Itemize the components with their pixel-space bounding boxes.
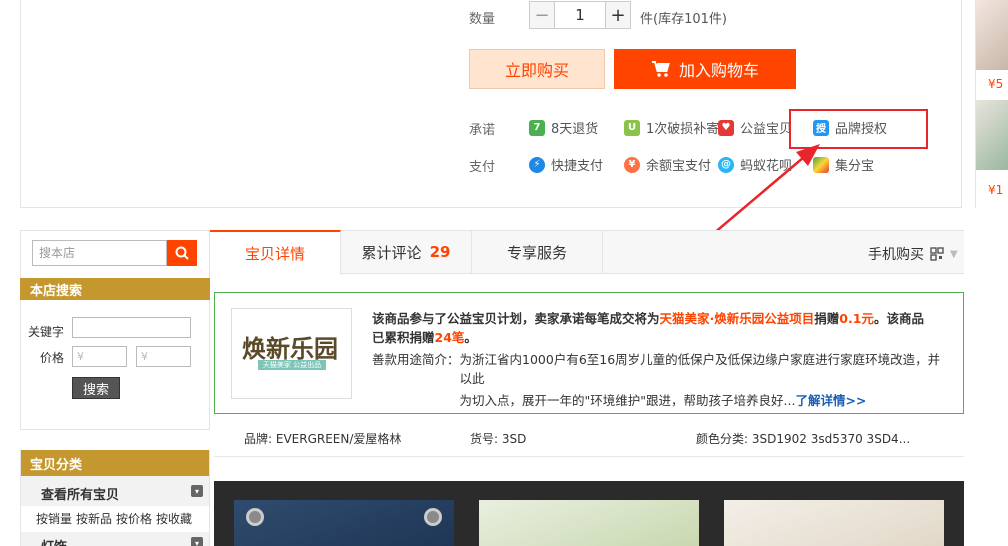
tab-service[interactable]: 专享服务 xyxy=(472,230,603,274)
review-count: 29 xyxy=(429,243,451,261)
attr-brand: 品牌: EVERGREEN/爱屋格林 xyxy=(244,432,402,446)
promise-breakage-label: 1次破损补寄 xyxy=(646,122,720,137)
add-to-cart-label: 加入购物车 xyxy=(678,61,759,80)
charity-description: 该商品参与了公益宝贝计划，卖家承诺每笔成交将为天猫美家·焕新乐园公益项目捐赠0.… xyxy=(372,309,952,410)
buy-now-button[interactable]: 立即购买 xyxy=(469,49,605,89)
charity-count: 24笔 xyxy=(434,330,465,345)
price-min-input[interactable]: ¥ xyxy=(72,346,127,367)
recommend-price-1: ¥5 xyxy=(988,77,1004,91)
payment-jifenbao-label: 集分宝 xyxy=(835,159,875,174)
sort-by-sales-link[interactable]: 按销量 xyxy=(36,510,72,527)
promise-charity-label: 公益宝贝 xyxy=(740,122,793,137)
tab-reviews[interactable]: 累计评论 29 xyxy=(341,230,472,274)
view-all-link[interactable]: 查看所有宝贝 xyxy=(41,484,119,503)
sort-by-price-link[interactable]: 按价格 xyxy=(116,510,152,527)
breakage-compensation-icon: U xyxy=(624,119,640,136)
stock-text: 件(库存101件) xyxy=(640,12,727,27)
chevron-down-icon: ▼ xyxy=(950,248,958,260)
promise-breakage[interactable]: U 1次破损补寄 xyxy=(624,118,719,137)
store-search-input[interactable]: 搜本店 xyxy=(32,240,167,266)
charity-line1-e: 。该商品 xyxy=(873,311,924,326)
decrease-quantity-button[interactable]: − xyxy=(529,1,555,29)
yuebao-icon: ¥ xyxy=(624,156,640,173)
sidebar-search-button[interactable]: 搜索 xyxy=(72,377,120,399)
sort-by-favorite-link[interactable]: 按收藏 xyxy=(156,510,192,527)
store-search-title: 本店搜索 xyxy=(20,278,210,300)
collapse-icon[interactable]: ▾ xyxy=(191,485,203,497)
charity-line2-c: 。 xyxy=(464,330,477,345)
charity-logo[interactable]: 焕新乐园 天猫美家 公益出品 xyxy=(231,308,352,399)
promise-7day-return[interactable]: 7 8天退货 xyxy=(529,118,598,137)
price-max-input[interactable]: ¥ xyxy=(136,346,191,367)
quantity-label: 数量 xyxy=(469,12,496,27)
keyword-input[interactable] xyxy=(72,317,191,338)
purpose-label: 善款用途简介： xyxy=(372,352,460,367)
quick-pay-icon: ⚡ xyxy=(529,156,545,173)
learn-more-link[interactable]: 了解详情>> xyxy=(795,393,866,408)
recommend-price-2: ¥1 xyxy=(988,183,1004,197)
promise-charity[interactable]: ♥ 公益宝贝 xyxy=(718,118,792,137)
charity-logo-text: 焕新乐园 xyxy=(242,334,338,363)
detail-image-1 xyxy=(234,500,454,546)
category-row-lighting: 灯饰 ▾ xyxy=(21,532,209,546)
keyword-label: 关键字 xyxy=(28,325,65,339)
tab-details[interactable]: 宝贝详情 xyxy=(210,230,341,275)
charity-icon: ♥ xyxy=(718,119,734,136)
payment-quick-pay[interactable]: ⚡ 快捷支付 xyxy=(529,155,603,174)
detail-image-3 xyxy=(724,500,944,546)
mobile-buy[interactable]: 手机购买 ▼ xyxy=(868,244,958,264)
payment-label: 支付 xyxy=(469,160,496,175)
collapse-icon[interactable]: ▾ xyxy=(191,537,203,546)
price-label: 价格 xyxy=(40,351,65,365)
charity-amount: 0.1元 xyxy=(839,311,874,326)
add-to-cart-button[interactable]: 加入购物车 xyxy=(614,49,796,89)
quantity-stepper: − 1 + xyxy=(529,1,631,29)
sort-links: 按销量 按新品 按价格 按收藏 xyxy=(36,510,192,527)
category-lighting-link[interactable]: 灯饰 xyxy=(41,536,67,546)
tab-reviews-label: 累计评论 xyxy=(361,243,422,262)
attr-color: 颜色分类: 3SD1902 3sd5370 3SD4... xyxy=(696,432,911,446)
thumb-divider xyxy=(975,0,976,208)
store-search-button[interactable] xyxy=(167,240,197,266)
promise-7day-return-label: 8天退货 xyxy=(551,122,599,137)
sort-by-new-link[interactable]: 按新品 xyxy=(76,510,112,527)
increase-quantity-button[interactable]: + xyxy=(605,1,631,29)
charity-line1-c: 捐赠 xyxy=(814,311,840,326)
promise-label: 承诺 xyxy=(469,123,496,138)
decor-icon xyxy=(246,508,264,526)
search-icon xyxy=(175,246,189,260)
payment-quick-pay-label: 快捷支付 xyxy=(551,159,604,174)
recommend-thumb-2[interactable] xyxy=(976,100,1008,170)
attr-sku: 货号: 3SD xyxy=(470,432,527,446)
charity-line1-a: 该商品参与了公益宝贝计划，卖家承诺每笔成交将为 xyxy=(372,311,660,326)
qr-code-icon xyxy=(930,247,944,261)
charity-line2-a: 已累积捐赠 xyxy=(372,330,435,345)
detail-image-2 xyxy=(479,500,699,546)
decor-icon xyxy=(424,508,442,526)
charity-project-name: 天猫美家·焕新乐园公益项目 xyxy=(659,311,815,326)
quantity-input[interactable]: 1 xyxy=(555,1,605,29)
recommend-thumb-1[interactable] xyxy=(976,0,1008,70)
purpose-text-1: 为浙江省内1000户有6至16周岁儿童的低保户及低保边缘户家庭进行家庭环境改造，… xyxy=(459,352,941,386)
purpose-text-2: 为切入点，展开一年的"环境维护"跟进，帮助孩子培养良好... xyxy=(459,393,796,408)
cart-icon xyxy=(651,61,670,77)
mobile-buy-label: 手机购买 xyxy=(868,247,924,263)
7-day-return-icon: 7 xyxy=(529,119,545,136)
charity-logo-sub: 天猫美家 公益出品 xyxy=(258,360,326,370)
divider xyxy=(214,456,964,457)
